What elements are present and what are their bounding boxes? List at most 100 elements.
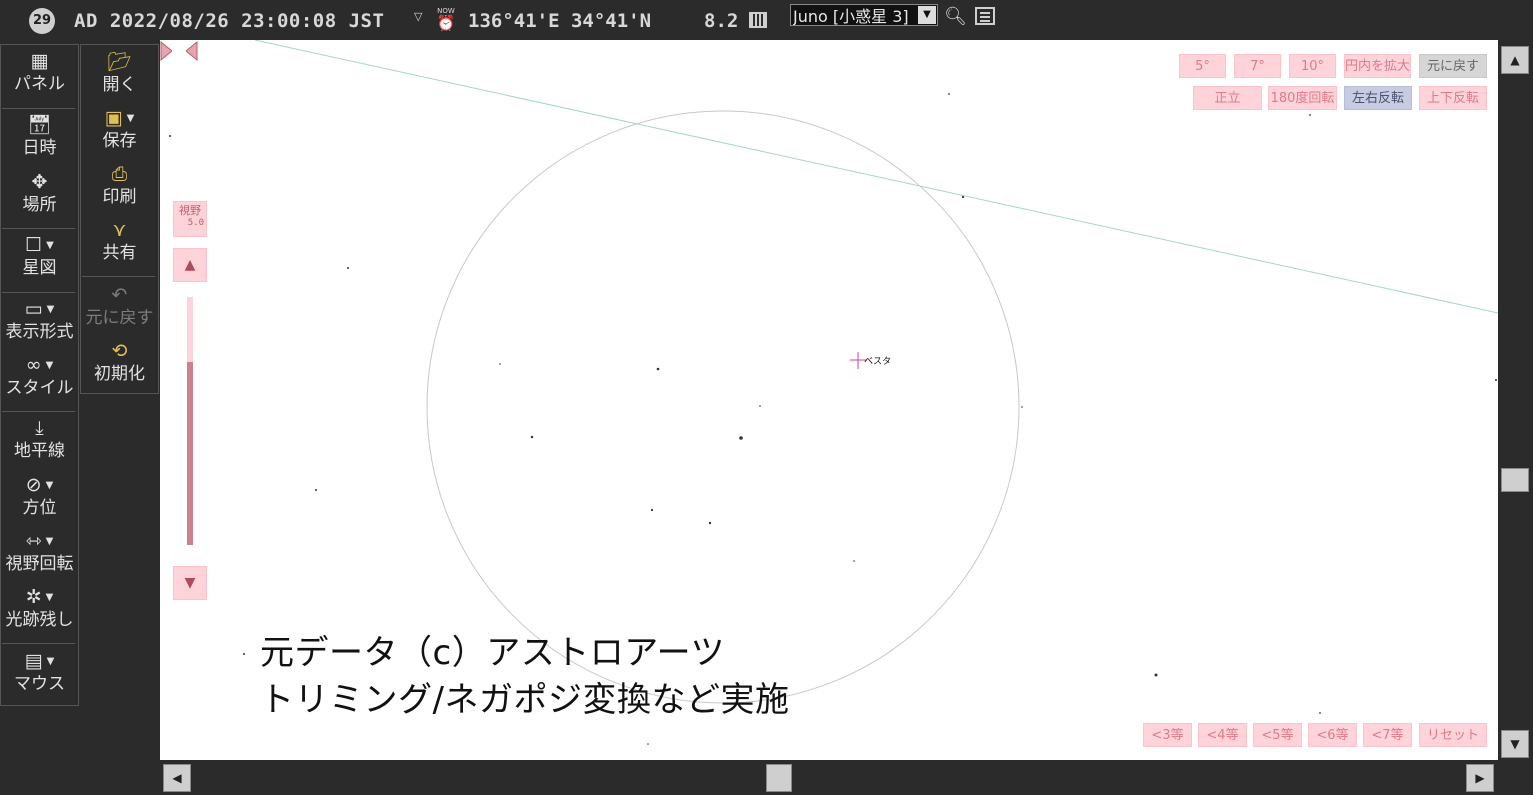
rotate-view-button[interactable]: ⇿ ▼ 視野回転	[0, 529, 79, 575]
object-search-box[interactable]: ▼	[790, 4, 938, 26]
undo-icon: ↶	[111, 284, 128, 306]
zoom-circle-button[interactable]: 円内を拡大	[1344, 54, 1411, 78]
scroll-up-button[interactable]: ▲	[1501, 46, 1529, 74]
vertical-scroll-thumb[interactable]	[1501, 468, 1529, 492]
star	[347, 267, 349, 269]
star	[853, 560, 855, 562]
mag-4-button[interactable]: <4等	[1198, 723, 1247, 747]
zoom-out-button[interactable]: ▼	[173, 566, 207, 600]
print-button[interactable]: ⎙ 印刷	[80, 162, 159, 208]
arrow-down-icon: ▼	[184, 575, 196, 591]
list-icon[interactable]	[975, 7, 995, 25]
mag-6-button[interactable]: <6等	[1308, 723, 1357, 747]
mag-7-button[interactable]: <7等	[1363, 723, 1412, 747]
star	[948, 93, 950, 95]
credit-caption-line-2: トリミング/ネガポジ変換など実施	[260, 680, 790, 720]
mag-3-button[interactable]: <3等	[1143, 723, 1192, 747]
horizontal-scrollbar[interactable]: ◀ ▶	[160, 760, 1498, 795]
limiting-magnitude[interactable]: 8.2	[704, 10, 738, 32]
light-trail-button[interactable]: ✲ ▼ 光跡残し	[0, 585, 79, 631]
fov-slider-handle[interactable]	[160, 40, 198, 62]
rotate-view-icon: ⇿ ▼	[25, 530, 54, 552]
star	[499, 363, 501, 365]
trail-icon: ✲ ▼	[25, 586, 54, 608]
zoom-in-button[interactable]: ▲	[173, 248, 207, 282]
horizon-button[interactable]: ⤓ 地平線	[0, 416, 79, 462]
restore-button[interactable]: 元に戻す	[1419, 54, 1487, 78]
field-of-view-circle	[426, 110, 1020, 704]
location-button[interactable]: ✥ 場所	[0, 170, 79, 216]
style-button[interactable]: ∞ ▼ スタイル	[0, 353, 79, 399]
binoculars-icon: ∞ ▼	[25, 354, 54, 376]
fov-10-button[interactable]: 10°	[1289, 54, 1336, 78]
save-button[interactable]: ▣ ▼ 保存	[80, 106, 159, 152]
timezone-dropdown-icon[interactable]: ▽	[414, 10, 422, 23]
star-map[interactable]: ベスタ 5° 7° 10° 円内を拡大 元に戻す 正立 180度回転 左右反転 …	[160, 40, 1498, 760]
vertical-scrollbar[interactable]: ▲ ▼	[1498, 40, 1533, 760]
star	[1021, 406, 1023, 408]
scroll-right-button[interactable]: ▶	[1466, 764, 1494, 792]
star	[759, 405, 761, 407]
divider	[82, 276, 155, 277]
calendar-grid-icon: ▦	[30, 50, 49, 72]
share-icon: ⋎	[112, 219, 127, 241]
upright-button[interactable]: 正立	[1193, 86, 1262, 110]
star	[1495, 379, 1497, 381]
reset-button[interactable]: ⟲ 初期化	[80, 339, 159, 385]
panel-button[interactable]: ▦ パネル	[0, 49, 79, 95]
mouse-icon: ▤ ▼	[24, 650, 55, 672]
star	[169, 135, 171, 137]
search-icon[interactable]: 🔍︎	[944, 6, 967, 27]
direction-button[interactable]: ⊘ ▼ 方位	[0, 473, 79, 519]
star	[315, 489, 317, 491]
star	[243, 653, 245, 655]
fov-readout: 視野 5.0	[173, 201, 207, 237]
datetime-button[interactable]: 📅︎ 日時	[0, 113, 79, 159]
display-format-button[interactable]: ▭ ▼ 表示形式	[0, 297, 79, 343]
star-chart-button[interactable]: ☐ ▼ 星図	[0, 233, 79, 279]
clock-calendar-icon: 📅︎	[27, 114, 52, 136]
divider	[2, 228, 75, 229]
arrow-up-icon: ▲	[184, 257, 196, 273]
compass-icon: ⊘ ▼	[25, 474, 54, 496]
reset-icon: ⟲	[111, 340, 128, 362]
mag-reset-button[interactable]: リセット	[1419, 723, 1487, 747]
undo-button[interactable]: ↶ 元に戻す	[80, 283, 159, 329]
keyboard-calendar-icon[interactable]	[749, 12, 767, 28]
fov-7-button[interactable]: 7°	[1234, 54, 1281, 78]
scroll-down-button[interactable]: ▼	[1501, 730, 1529, 758]
fov-5-button[interactable]: 5°	[1179, 54, 1226, 78]
ecliptic-line	[254, 40, 1498, 314]
star	[961, 195, 965, 199]
credit-caption-line-1: 元データ（c）アストロアーツ	[260, 633, 725, 673]
target-label: ベスタ	[864, 356, 891, 367]
horizontal-scroll-thumb[interactable]	[766, 764, 792, 792]
rotate-180-button[interactable]: 180度回転	[1268, 86, 1337, 110]
scroll-left-button[interactable]: ◀	[163, 764, 191, 792]
flip-vertical-button[interactable]: 上下反転	[1419, 86, 1487, 110]
moon-age-icon[interactable]: 29	[29, 8, 55, 34]
star	[1319, 712, 1321, 714]
horizon-icon: ⤓	[35, 417, 44, 439]
mag-5-button[interactable]: <5等	[1253, 723, 1302, 747]
star	[656, 367, 660, 371]
folder-open-icon: 📂︎	[107, 51, 132, 73]
fov-value: 5.0	[187, 218, 204, 228]
print-icon: ⎙	[111, 163, 128, 185]
now-clock-icon[interactable]: NOW ⏰	[435, 7, 457, 33]
star	[650, 508, 654, 512]
star	[739, 436, 743, 440]
open-button[interactable]: 📂︎ 開く	[80, 50, 159, 96]
divider	[2, 411, 75, 412]
mouse-button[interactable]: ▤ ▼ マウス	[0, 649, 79, 695]
fov-slider-fill	[187, 362, 193, 545]
star	[647, 743, 649, 745]
location-readout[interactable]: 136°41'E 34°41'N	[468, 10, 651, 32]
object-dropdown-icon[interactable]: ▼	[918, 6, 936, 24]
object-search-input[interactable]	[793, 5, 917, 25]
datetime-readout[interactable]: AD 2022/08/26 23:00:08 JST	[74, 10, 384, 32]
divider	[2, 108, 75, 109]
flip-horizontal-button[interactable]: 左右反転	[1344, 86, 1412, 110]
share-button[interactable]: ⋎ 共有	[80, 218, 159, 264]
top-status-bar: 29 AD 2022/08/26 23:00:08 JST ▽ NOW ⏰ 136…	[0, 0, 1533, 40]
